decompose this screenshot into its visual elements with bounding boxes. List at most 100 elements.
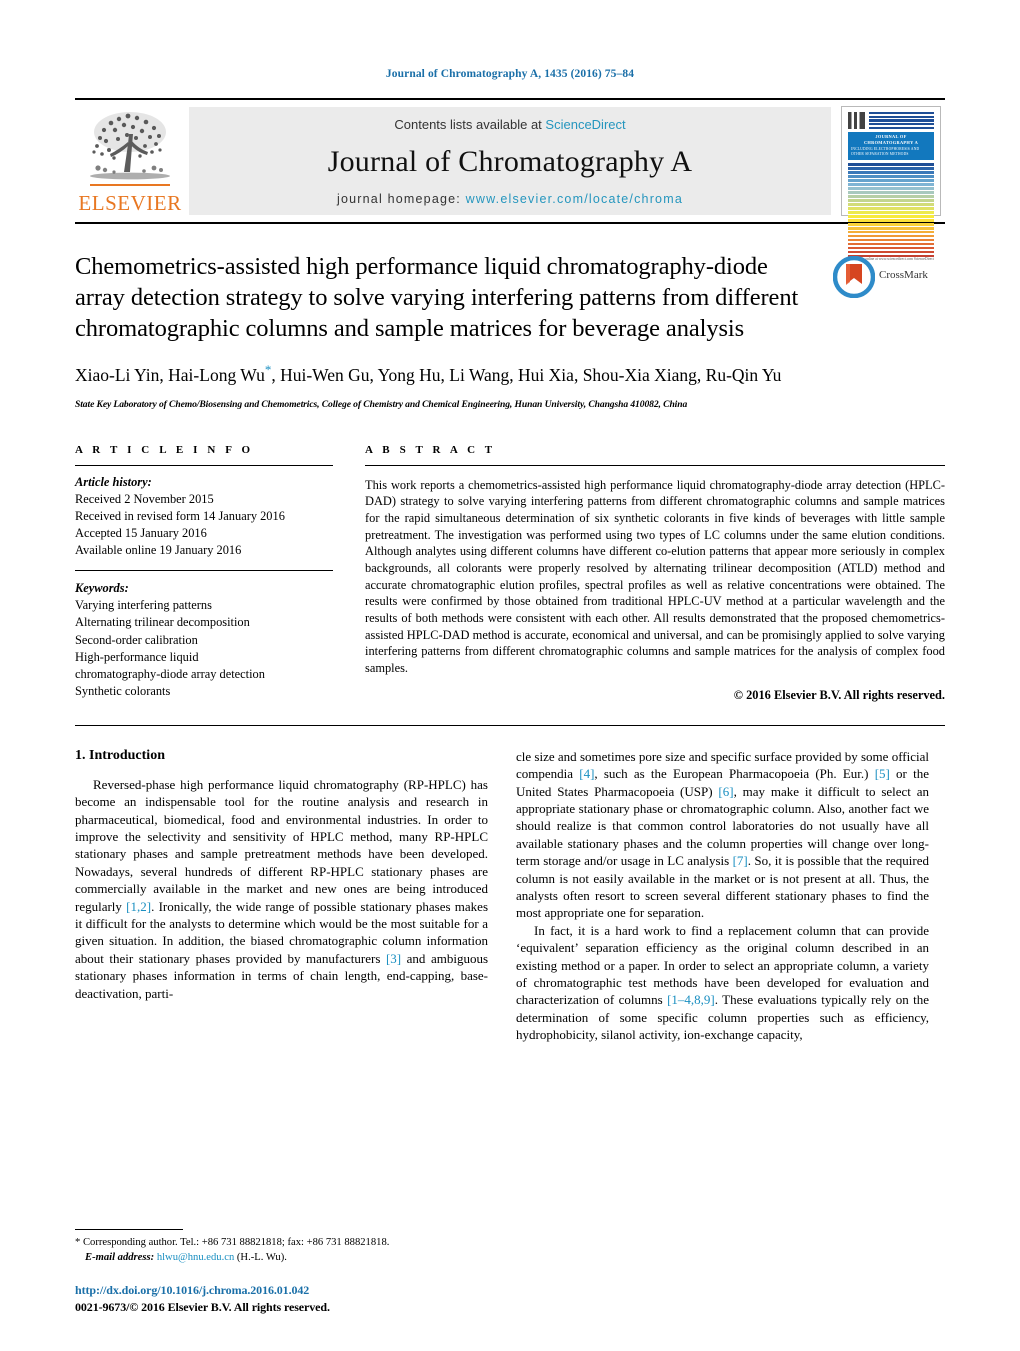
cover-stripe [848, 222, 934, 226]
cover-stripe [848, 187, 934, 190]
article-history-label: Article history: [75, 474, 152, 489]
cover-title: JOURNAL OF CHROMATOGRAPHY A [863, 134, 919, 146]
history-item: Received in revised form 14 January 2016 [75, 508, 285, 523]
page-title: Chemometrics-assisted high performance l… [75, 253, 799, 342]
cover-stripe [848, 246, 934, 250]
crossmark-badge[interactable]: CrossMark [833, 252, 945, 345]
cover-title-band: JOURNAL OF CHROMATOGRAPHY A INCLUDING EL… [848, 132, 934, 161]
doi-block: http://dx.doi.org/10.1016/j.chroma.2016.… [75, 1283, 535, 1315]
cover-subtitle: INCLUDING ELECTROPHORESIS AND OTHER SEPA… [851, 146, 920, 156]
article-info-heading: A R T I C L E I N F O [75, 443, 254, 456]
contents-available-line: Contents lists available at ScienceDirec… [394, 117, 625, 132]
cover-stripe [848, 183, 934, 186]
history-item: Accepted 15 January 2016 [75, 526, 207, 540]
title-block: Chemometrics-assisted high performance l… [75, 252, 945, 345]
divider [75, 570, 333, 572]
abstract-copyright: © 2016 Elsevier B.V. All rights reserved… [733, 687, 945, 702]
footnote-block: * Corresponding author. Tel.: +86 731 88… [75, 1228, 488, 1265]
abstract-text: This work reports a chemometrics-assiste… [365, 477, 945, 676]
section-title-introduction: 1. Introduction [75, 747, 165, 763]
elsevier-logo: ELSEVIER [75, 100, 185, 222]
history-item: Available online 19 January 2016 [75, 543, 242, 558]
article-page: Journal of Chromatography A, 1435 (2016)… [0, 0, 1020, 1351]
body-columns: 1. Introduction Reversed-phase high perf… [75, 748, 945, 1044]
cover-stripe [848, 175, 934, 178]
homepage-url-link[interactable]: www.elsevier.com/locate/chroma [466, 192, 683, 206]
intro-text-a: Reversed-phase high performance liquid c… [75, 776, 488, 914]
homepage-prefix: journal homepage: [337, 191, 461, 206]
cover-stripe [848, 218, 934, 222]
abstract-heading: A B S T R A C T [365, 443, 496, 456]
citation-ref-5[interactable]: [5] [875, 766, 890, 781]
cover-stripe [848, 210, 934, 214]
citation-ref-4[interactable]: [4] [579, 766, 594, 781]
cover-header [848, 112, 934, 129]
cover-stripe [848, 214, 934, 218]
masthead-banner: Contents lists available at ScienceDirec… [189, 107, 831, 215]
citation-ref-1-4-8-9[interactable]: [1–4,8,9] [667, 992, 715, 1007]
divider [75, 464, 333, 466]
title-main: Chemometrics-assisted high performance l… [75, 252, 833, 345]
keyword-item: High-performance liquid [75, 649, 199, 664]
cover-stripe [848, 206, 934, 210]
cover-stripe [848, 238, 934, 242]
cover-stripe [848, 234, 934, 238]
authors-first: Xiao-Li Yin, Hai-Long Wu [75, 364, 265, 385]
keywords-group: Keywords: Varying interfering patterns A… [75, 580, 333, 700]
journal-homepage-line: journal homepage: www.elsevier.com/locat… [337, 192, 683, 206]
cover-stripe [848, 195, 934, 198]
keyword-item: Alternating trilinear decomposition [75, 615, 250, 630]
sciencedirect-link[interactable]: ScienceDirect [545, 117, 625, 132]
qr-code-icon [848, 112, 865, 129]
divider [365, 464, 945, 466]
corresponding-author-text: Corresponding author. Tel.: +86 731 8882… [82, 1236, 390, 1248]
affiliation: State Key Laboratory of Chemo/Biosensing… [75, 398, 688, 410]
cover-stripe [848, 163, 934, 166]
citation-ref-6[interactable]: [6] [718, 784, 733, 799]
keyword-item: Varying interfering patterns [75, 598, 212, 613]
elsevier-tree-icon [84, 106, 176, 192]
body-column-right: cle size and sometimes pore size and spe… [516, 748, 929, 1044]
footnote-divider [75, 1228, 183, 1230]
keywords-label: Keywords: [75, 581, 129, 596]
cover-stripe [848, 242, 934, 246]
citation-ref-7[interactable]: [7] [733, 853, 748, 868]
email-label: E-mail address: [85, 1251, 155, 1263]
running-head: Journal of Chromatography A, 1435 (2016)… [385, 68, 635, 80]
cover-box: JOURNAL OF CHROMATOGRAPHY A INCLUDING EL… [841, 106, 941, 261]
keyword-item: Second-order calibration [75, 632, 198, 647]
crossmark-label: CrossMark [879, 269, 928, 281]
elsevier-wordmark: ELSEVIER [78, 191, 182, 215]
journal-title: Journal of Chromatography A [327, 144, 693, 178]
journal-masthead: ELSEVIER Contents lists available at Sci… [75, 98, 945, 261]
body-column-left: 1. Introduction Reversed-phase high perf… [75, 748, 488, 1044]
cover-top-bars [869, 112, 934, 129]
cover-stripe [848, 167, 934, 170]
citation-ref-1-2[interactable]: [1,2] [126, 899, 151, 914]
journal-cover-thumbnail: JOURNAL OF CHROMATOGRAPHY A INCLUDING EL… [841, 100, 945, 261]
cover-stripe [848, 230, 934, 234]
corresponding-author-note: * Corresponding author. Tel.: +86 731 88… [75, 1235, 488, 1265]
history-item: Received 2 November 2015 [75, 491, 214, 506]
info-abstract-section: A R T I C L E I N F O Article history: R… [75, 444, 945, 703]
doi-link[interactable]: http://dx.doi.org/10.1016/j.chroma.2016.… [75, 1283, 535, 1298]
crossmark-icon [833, 256, 875, 298]
cover-color-stripes [848, 160, 934, 258]
intro-paragraph-right-2: In fact, it is a hard work to find a rep… [516, 922, 929, 1044]
cover-stripe [848, 191, 934, 194]
authors-rest: , Hui-Wen Gu, Yong Hu, Li Wang, Hui Xia,… [271, 364, 782, 385]
email-link[interactable]: hlwu@hnu.edu.cn [157, 1252, 234, 1263]
intro-text-e: , such as the European Pharmacopoeia (Ph… [594, 766, 875, 782]
citation-ref-3[interactable]: [3] [386, 951, 401, 966]
keyword-item: chromatography-diode array detection [75, 666, 265, 681]
cover-stripe [848, 171, 934, 174]
email-suffix: (H.-L. Wu). [236, 1251, 287, 1263]
cover-stripe [848, 226, 934, 230]
article-info-column: A R T I C L E I N F O Article history: R… [75, 444, 333, 703]
article-history-group: Article history: Received 2 November 201… [75, 474, 333, 560]
issn-copyright-line: 0021-9673/© 2016 Elsevier B.V. All right… [75, 1300, 330, 1314]
divider [75, 724, 945, 726]
keyword-item: Synthetic colorants [75, 683, 171, 698]
cover-stripe [848, 179, 934, 182]
abstract-column: A B S T R A C T This work reports a chem… [365, 444, 945, 703]
